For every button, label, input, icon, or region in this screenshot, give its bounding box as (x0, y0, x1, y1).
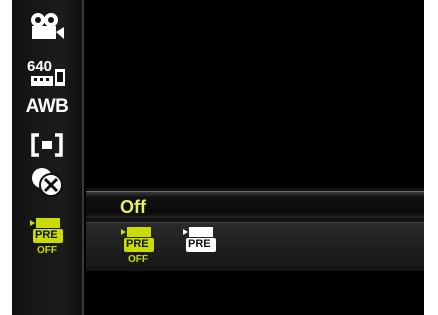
sidebar-item-white-balance[interactable]: AWB (20, 89, 74, 125)
sidebar-item-resolution[interactable]: 640 (20, 55, 74, 91)
sidebar-divider (82, 0, 84, 315)
pre-record-off-icon: PRE (27, 217, 67, 245)
pre-record-on-icon: PRE (180, 226, 220, 254)
option-label: PRE (126, 238, 149, 250)
white-balance-label: AWB (25, 96, 69, 117)
camera-screen: 640 AWB PRE OFF Off PRE OFF PRE (12, 0, 424, 315)
resolution-640-icon: 640 (25, 58, 69, 88)
metering-spot-icon (30, 132, 64, 162)
option-pre-record-on[interactable]: PRE (174, 226, 226, 270)
sidebar-item-metering[interactable] (20, 129, 74, 165)
sidebar-item-color-effect[interactable] (20, 166, 74, 202)
pre-record-state: OFF (37, 244, 57, 256)
option-label: PRE (188, 238, 211, 250)
option-title: Off (120, 197, 146, 217)
pre-record-off-icon: PRE (118, 226, 158, 254)
option-state: OFF (128, 254, 148, 265)
pre-record-label: PRE (35, 228, 58, 241)
movie-camera-icon (27, 11, 67, 46)
sidebar-item-pre-record[interactable]: PRE OFF (20, 214, 74, 258)
sidebar-item-movie-mode[interactable] (20, 10, 74, 46)
color-effect-off-icon (28, 166, 66, 203)
option-pre-record-off[interactable]: PRE OFF (112, 226, 164, 270)
